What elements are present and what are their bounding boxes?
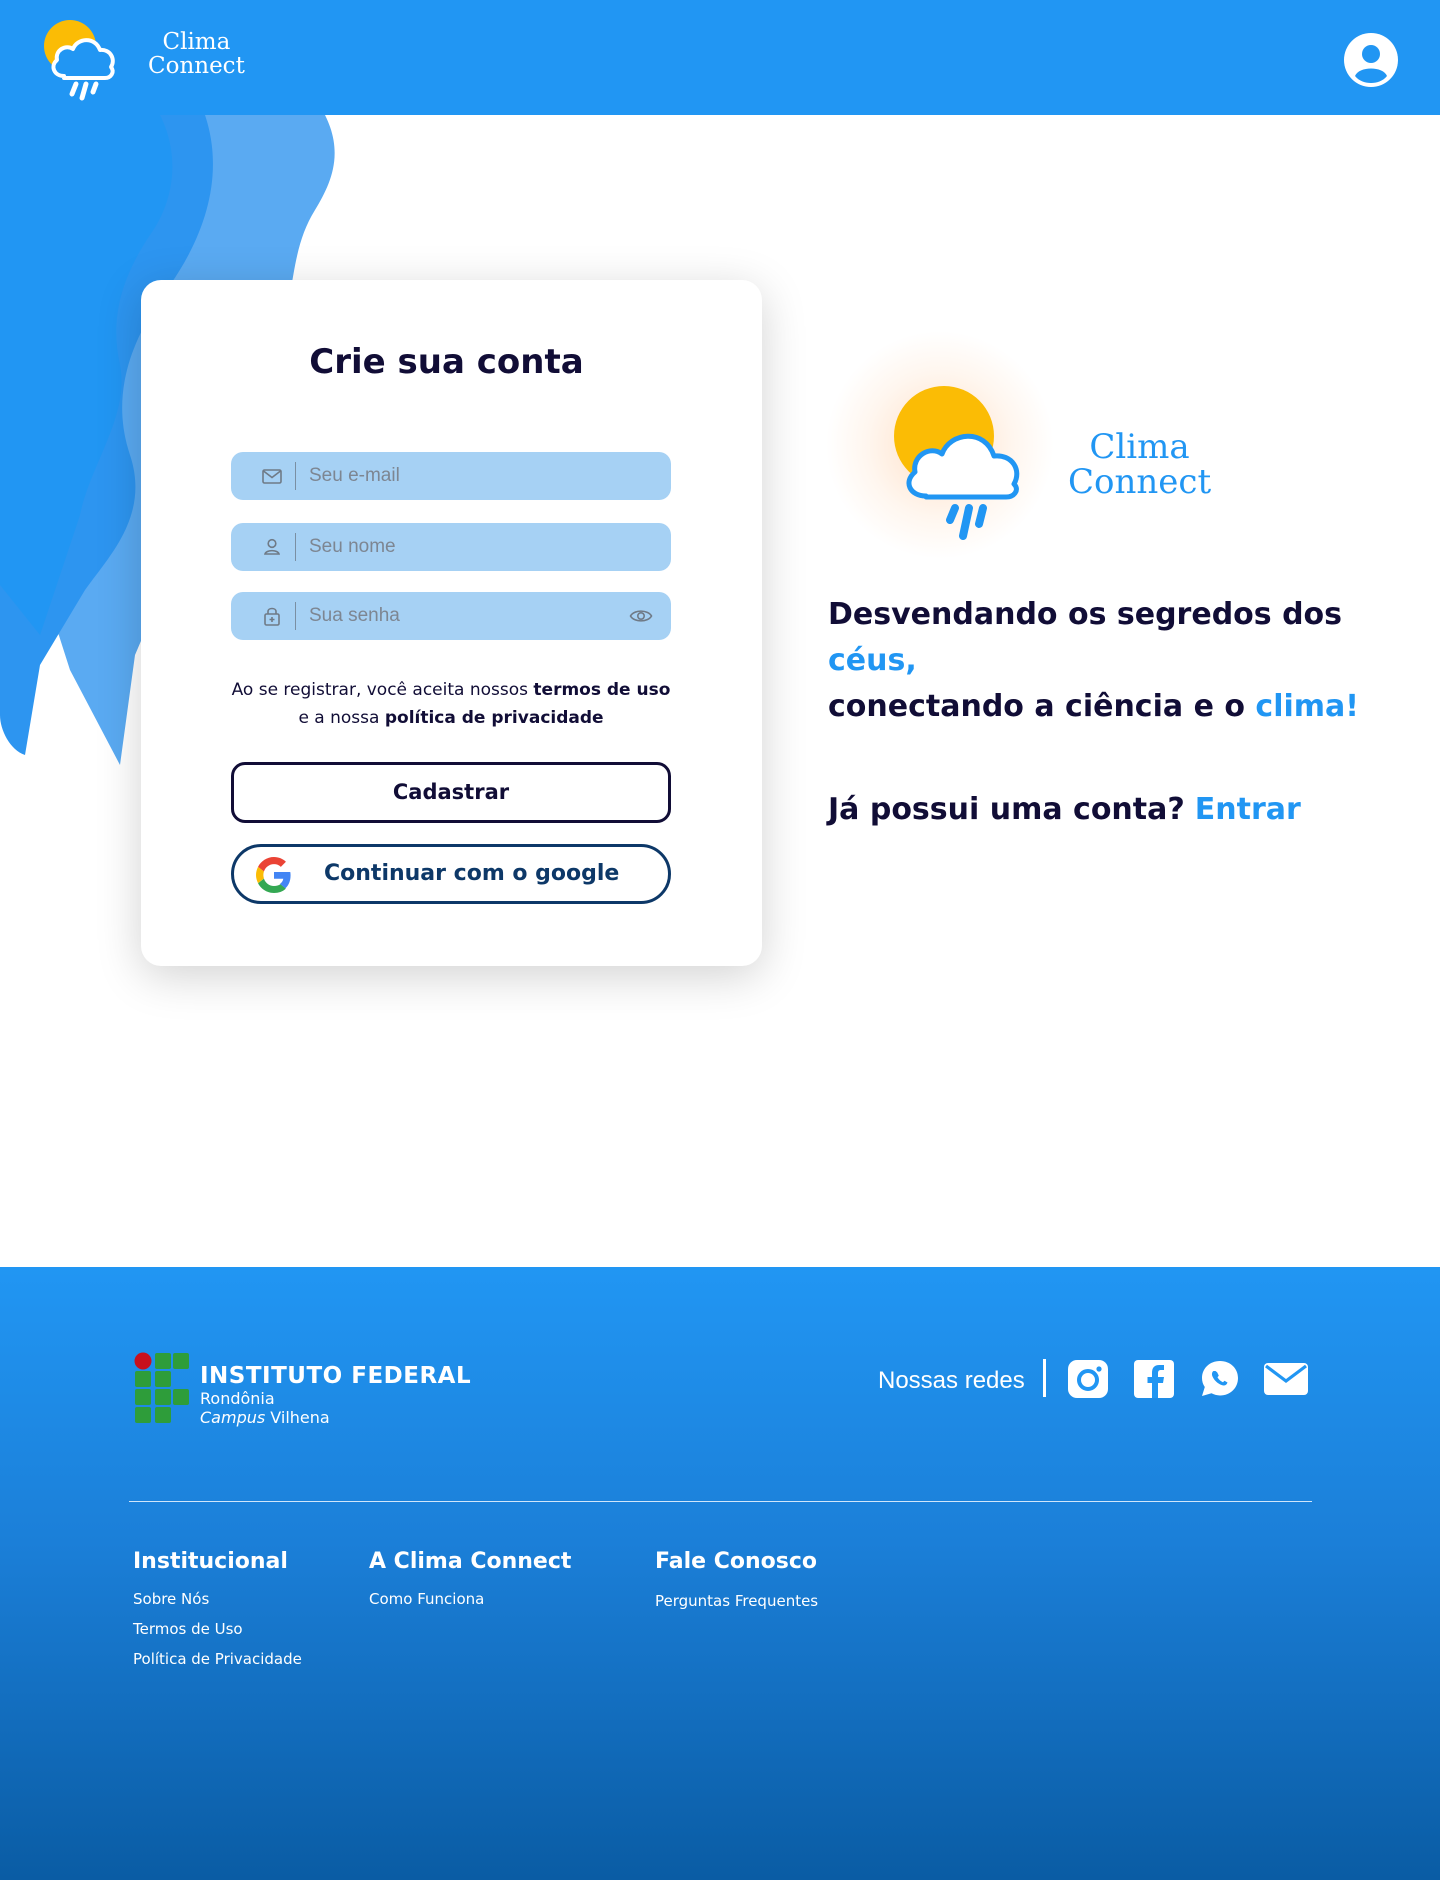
signup-title: Crie sua conta [309, 342, 584, 382]
mail-icon[interactable] [1264, 1360, 1308, 1398]
social-label: Nossas redes [878, 1367, 1025, 1394]
google-button-label: Continuar com o google [324, 861, 620, 886]
campus-name: Vilhena [265, 1408, 330, 1427]
footer-link-politica-de-privacidade[interactable]: Política de Privacidade [133, 1650, 302, 1668]
institute-campus: Campus Vilhena [200, 1408, 330, 1427]
cloud-sun-icon [44, 20, 115, 101]
footer-link-termos-de-uso[interactable]: Termos de Uso [133, 1620, 243, 1638]
brand-name: Clima Connect [148, 30, 245, 78]
eye-icon[interactable] [629, 606, 653, 626]
terms-text-1: Ao se registrar, você aceita nossos [231, 680, 534, 700]
field-divider [295, 462, 296, 490]
facebook-icon[interactable] [1132, 1360, 1176, 1398]
whatsapp-icon[interactable] [1198, 1360, 1242, 1398]
tagline-text-1: Desvendando os segredos dos [828, 597, 1343, 632]
password-field[interactable] [231, 592, 671, 640]
terms-notice: Ao se registrar, você aceita nossos term… [231, 676, 671, 732]
footer-col-title-clima-connect: A Clima Connect [369, 1549, 572, 1574]
hero-brand-name: Clima Connect [1068, 430, 1211, 500]
footer-col-title-fale-conosco: Fale Conosco [655, 1549, 817, 1574]
social-divider [1043, 1359, 1046, 1397]
footer-col-title-institucional: Institucional [133, 1549, 288, 1574]
brand-line-2: Connect [148, 53, 245, 79]
footer-divider [129, 1501, 1312, 1502]
hero-brand-line-1: Clima [1089, 427, 1190, 467]
register-button[interactable]: Cadastrar [231, 762, 671, 823]
google-icon [256, 857, 291, 893]
lock-icon [264, 607, 280, 626]
site-footer: INSTITUTO FEDERAL Rondônia Campus Vilhen… [0, 1267, 1440, 1880]
tagline-accent-2: clima! [1255, 689, 1359, 724]
email-input[interactable] [309, 452, 629, 500]
top-header: Clima Connect [0, 0, 1440, 115]
name-field[interactable] [231, 523, 671, 571]
campus-word: Campus [200, 1408, 266, 1427]
login-link[interactable]: Entrar [1195, 792, 1301, 827]
profile-button[interactable] [1344, 33, 1398, 87]
terms-of-use-link[interactable]: termos de uso [533, 680, 670, 700]
page: Clima Connect Crie sua conta Seu e-mail … [0, 0, 1440, 1880]
field-divider [295, 533, 296, 561]
login-prompt: Já possui uma conta? [828, 792, 1185, 827]
login-prompt-row: Já possui uma conta? Entrar [828, 792, 1301, 827]
footer-link-sobre-nos[interactable]: Sobre Nós [133, 1590, 209, 1608]
brand-logo[interactable]: Clima Connect [40, 14, 260, 104]
brand-line-1: Clima [162, 29, 231, 55]
instagram-icon[interactable] [1066, 1360, 1110, 1398]
password-input[interactable] [309, 592, 629, 640]
hero-tagline: Desvendando os segredos dos céus, conect… [828, 592, 1388, 730]
footer-link-como-funciona[interactable]: Como Funciona [369, 1590, 484, 1608]
name-input[interactable] [309, 523, 629, 571]
hero-brand-line-2: Connect [1068, 462, 1212, 502]
google-signin-button[interactable]: Continuar com o google [231, 844, 671, 904]
tagline-accent-1: céus, [828, 643, 917, 678]
user-circle-icon [1344, 33, 1398, 87]
privacy-policy-link[interactable]: política de privacidade [385, 708, 604, 728]
institute-title: INSTITUTO FEDERAL [200, 1363, 472, 1389]
signup-card: Crie sua conta Seu e-mail Seu nome Ao se… [141, 280, 762, 966]
field-divider [295, 602, 296, 630]
mail-icon [262, 469, 282, 484]
user-icon [264, 538, 280, 555]
tagline-text-2: conectando a ciência e o [828, 689, 1256, 724]
terms-text-2: e a nossa [298, 708, 385, 728]
institute-state: Rondônia [200, 1389, 275, 1408]
email-field[interactable] [231, 452, 671, 500]
footer-link-perguntas-frequentes[interactable]: Perguntas Frequentes [655, 1592, 818, 1610]
